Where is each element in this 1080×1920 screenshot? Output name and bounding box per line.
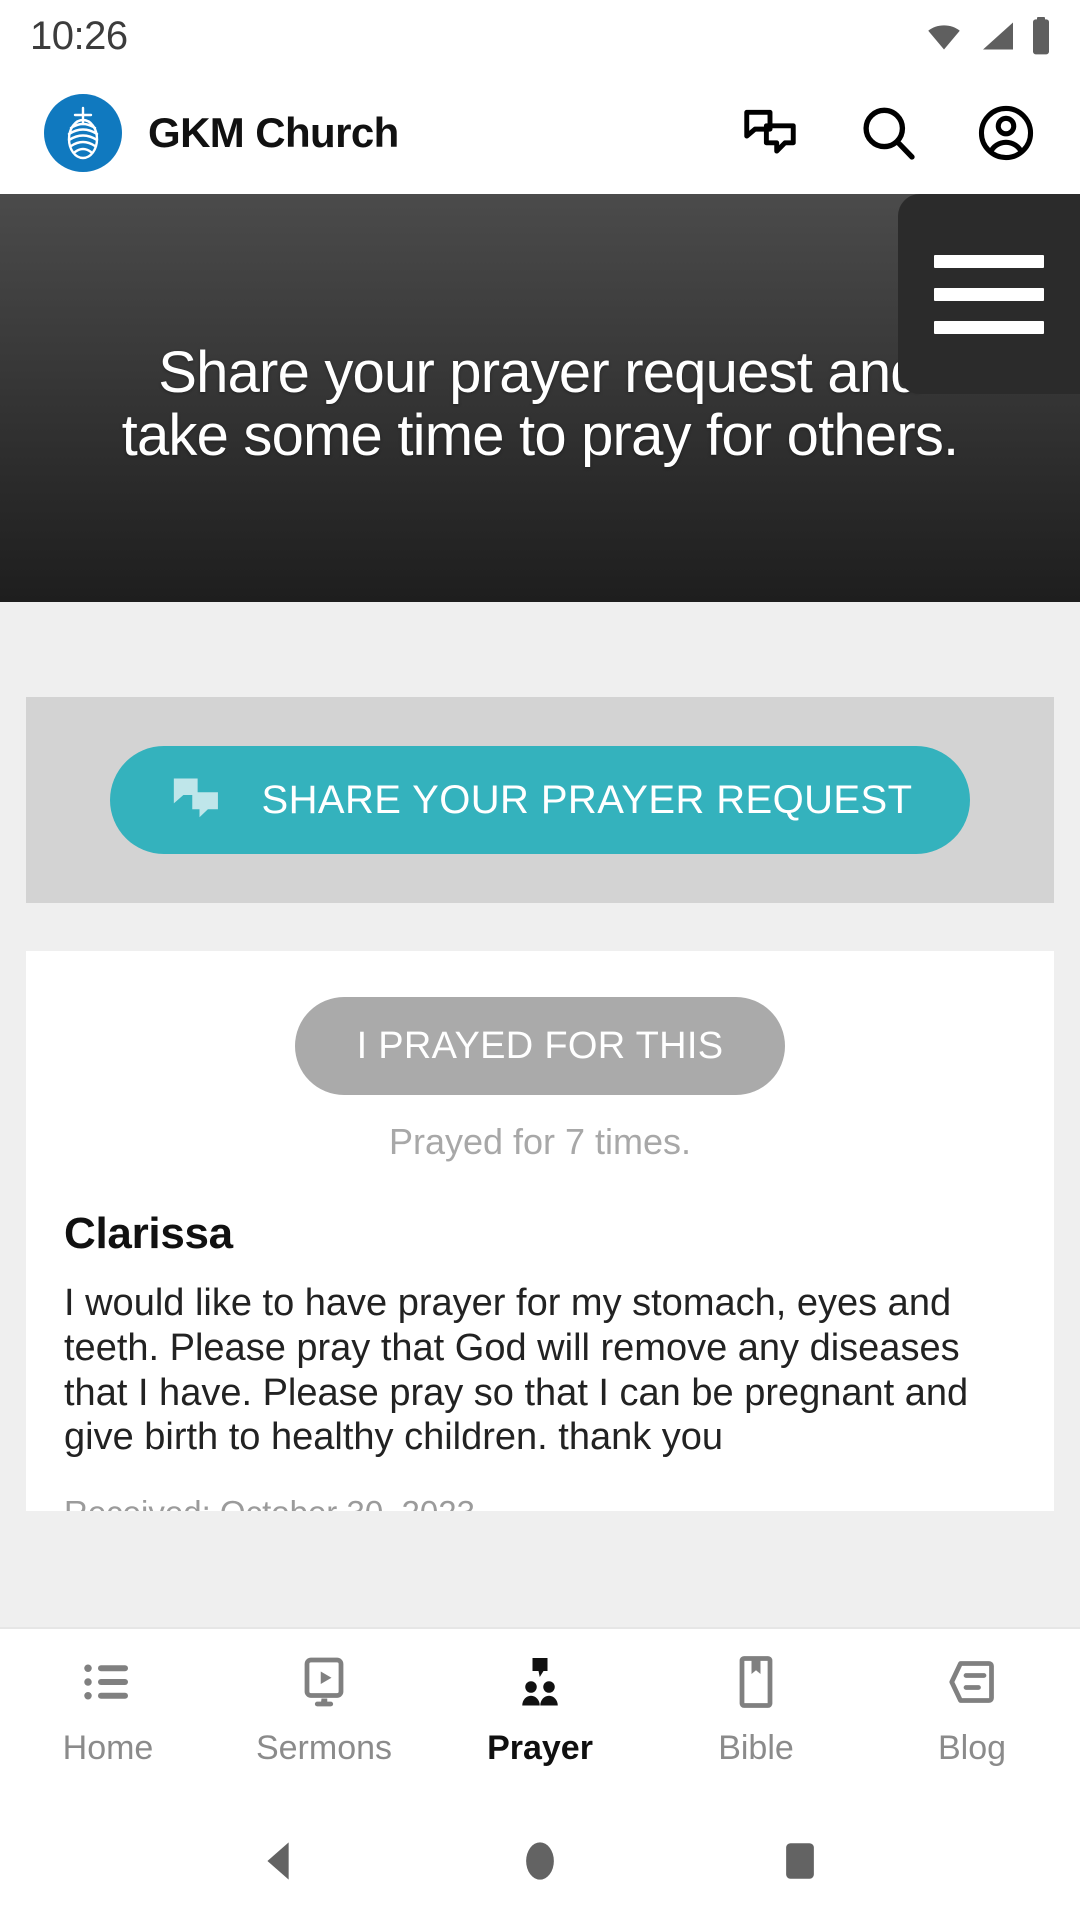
hamburger-bar (934, 254, 1044, 268)
search-icon[interactable] (856, 101, 920, 165)
received-date: Received: October 30, 2023 (64, 1494, 1016, 1511)
wifi-icon (922, 18, 966, 54)
brand[interactable]: GKM Church (44, 94, 738, 172)
nav-label: Sermons (255, 1729, 393, 1767)
app-header: GKM Church (0, 72, 1080, 194)
home-circle-icon[interactable] (495, 1816, 585, 1906)
prayer-body-text: I would like to have prayer for my stoma… (64, 1282, 969, 1459)
nav-item-prayer[interactable]: Prayer (432, 1651, 648, 1768)
list-icon (78, 1651, 138, 1713)
i-prayed-for-this-button[interactable]: I PRAYED FOR THIS (294, 997, 786, 1095)
nav-item-home[interactable]: Home (0, 1651, 216, 1768)
nav-item-blog[interactable]: Blog (864, 1651, 1080, 1768)
hamburger-bar (934, 287, 1044, 301)
recents-square-icon[interactable] (755, 1816, 845, 1906)
status-bar: 10:26 (0, 0, 1080, 72)
main-content: SHARE YOUR PRAYER REQUEST I PRAYED FOR T… (0, 602, 1080, 1627)
requester-name: Clarissa (64, 1209, 233, 1258)
battery-icon (1030, 16, 1052, 56)
share-prayer-request-button[interactable]: SHARE YOUR PRAYER REQUEST (109, 746, 971, 854)
nav-label: Home (62, 1729, 154, 1767)
nav-item-bible[interactable]: Bible (648, 1651, 864, 1768)
nav-label: Prayer (487, 1729, 593, 1767)
prayed-button-row: I PRAYED FOR THIS (64, 997, 1016, 1095)
bottom-navigation: Home Sermons Prayer Bible Blog (0, 1627, 1080, 1802)
share-request-panel: SHARE YOUR PRAYER REQUEST (26, 697, 1054, 903)
nav-label: Blog (937, 1729, 1007, 1767)
page-title: GKM Church (148, 109, 399, 156)
cellular-signal-icon (978, 18, 1018, 54)
back-triangle-icon[interactable] (235, 1816, 325, 1906)
people-speech-icon (510, 1651, 570, 1713)
account-icon[interactable] (974, 101, 1038, 165)
system-navigation-bar (0, 1802, 1080, 1920)
status-icons (922, 16, 1052, 56)
prayer-request-card: I PRAYED FOR THIS Prayed for 7 times. Cl… (26, 951, 1054, 1511)
header-actions (738, 101, 1044, 165)
nav-item-sermons[interactable]: Sermons (216, 1651, 432, 1768)
chat-icon[interactable] (738, 101, 802, 165)
hero-headline: Share your prayer request and take some … (121, 340, 960, 468)
app-screen: 10:26 GKM Church Share your prayer reque… (0, 0, 1080, 1920)
hero-banner: Share your prayer request and take some … (0, 194, 1080, 602)
bookmark-book-icon (726, 1651, 786, 1713)
prayed-count-text: Prayed for 7 times. (388, 1121, 692, 1162)
hamburger-bar (934, 320, 1044, 334)
chat-bubbles-icon (168, 771, 224, 830)
nav-label: Bible (718, 1729, 794, 1767)
church-globe-logo (44, 94, 122, 172)
article-icon (942, 1651, 1002, 1713)
share-button-label: SHARE YOUR PRAYER REQUEST (261, 777, 913, 822)
hamburger-menu-icon[interactable] (898, 194, 1080, 394)
video-play-icon (294, 1651, 354, 1713)
status-time: 10:26 (30, 13, 128, 58)
